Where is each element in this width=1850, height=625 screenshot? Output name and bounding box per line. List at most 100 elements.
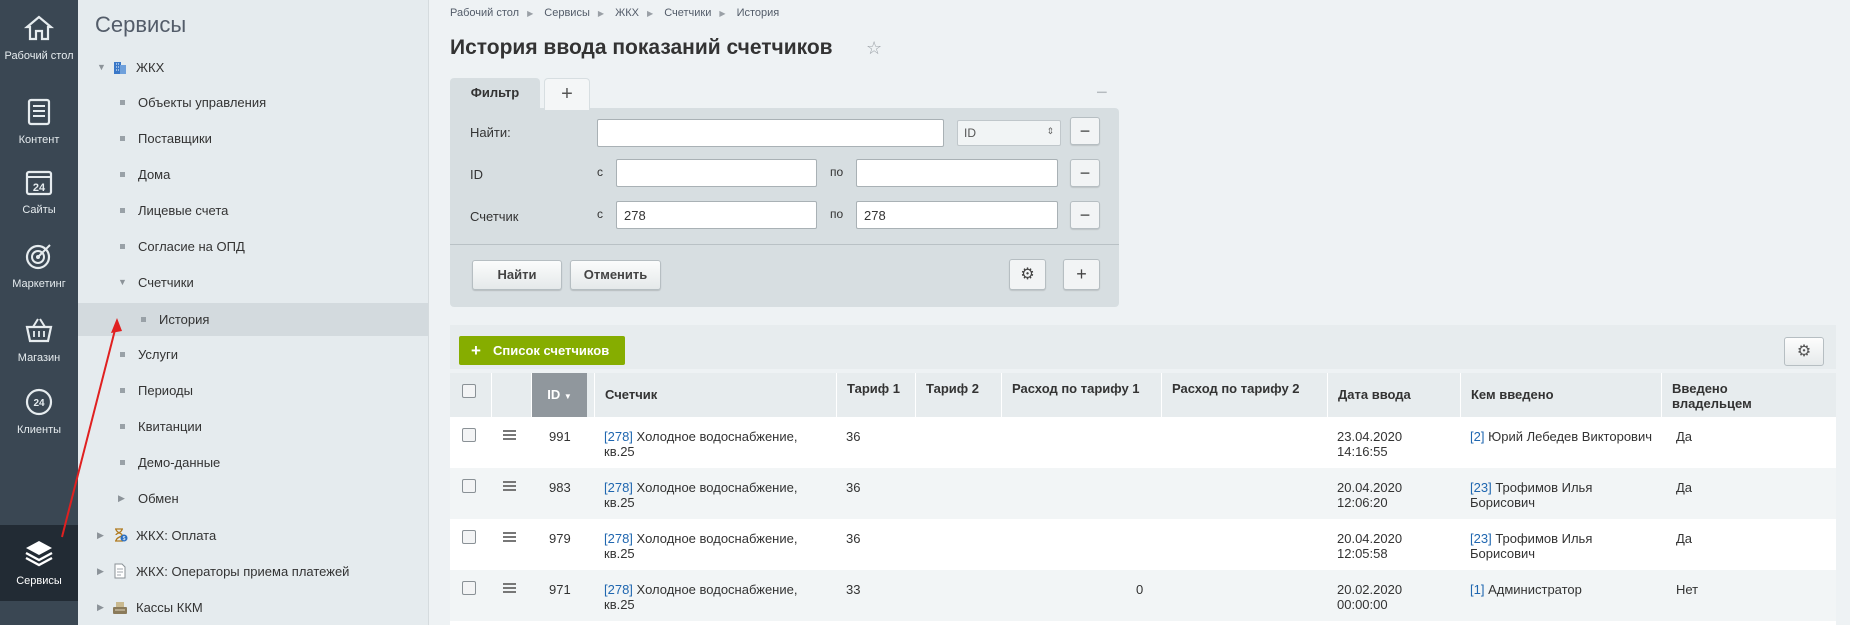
column-header-tariff1[interactable]: Тариф 1 [836,373,914,417]
rail-item-services[interactable]: Сервисы [0,525,78,601]
menu-item-zhkh[interactable]: ▼ ЖКХ [78,51,428,84]
breadcrumb-item[interactable]: Счетчики [664,7,711,19]
column-header-date[interactable]: Дата ввода [1327,373,1454,417]
column-header-tariff2[interactable]: Тариф 2 [915,373,1001,417]
meter-link[interactable]: [278] [604,582,633,597]
chevron-right-icon[interactable]: ▶ [97,519,104,552]
menu-item-services[interactable]: Услуги [78,338,428,371]
collapse-filter-icon[interactable]: − [1096,82,1108,105]
column-header-meter[interactable]: Счетчик [594,373,832,417]
row-checkbox[interactable] [462,581,476,595]
row-menu-icon[interactable] [503,481,516,491]
menu-item-consent[interactable]: Согласие на ОПД [78,230,428,263]
bullet-icon [120,352,125,357]
menu-item-houses[interactable]: Дома [78,158,428,191]
document-icon [27,98,51,126]
meter-link[interactable]: [278] [604,531,633,546]
chevron-down-icon[interactable]: ▼ [97,51,106,84]
chevron-right-icon: ▶ [646,9,654,18]
cell-usage1: 0 [1136,582,1144,597]
rail-item-shop[interactable]: Магазин [0,302,78,382]
cancel-button[interactable]: Отменить [570,260,661,290]
breadcrumb-item[interactable]: История [737,7,780,19]
row-menu-icon[interactable] [503,532,516,542]
meter-name: Холодное водоснабжение, кв.25 [604,531,798,561]
menu-item-objects[interactable]: Объекты управления [78,86,428,119]
add-filter-tab-button[interactable]: + [544,78,590,110]
target-icon [25,244,51,270]
rail-item-marketing[interactable]: Маркетинг [0,228,78,308]
remove-find-button[interactable]: − [1070,117,1100,145]
row-checkbox[interactable] [462,428,476,442]
menu-item-label: Согласие на ОПД [138,239,245,254]
user-link[interactable]: [23] [1470,531,1492,546]
row-menu-icon[interactable] [503,430,516,440]
chevron-right-icon[interactable]: ▶ [118,482,125,515]
chevron-right-icon[interactable]: ▶ [97,555,104,588]
column-header-usage2[interactable]: Расход по тарифу 2 [1161,373,1331,417]
bullet-icon [120,388,125,393]
column-header-id[interactable]: ID ▼ [531,373,587,417]
breadcrumb-item[interactable]: Рабочий стол [450,7,519,19]
layers-icon [25,541,53,567]
bullet-icon [120,172,125,177]
user-name: Юрий Лебедев Викторович [1488,429,1652,444]
search-input[interactable] [597,119,944,147]
rail-item-sites[interactable]: 24 Сайты [0,154,78,234]
id-from-input[interactable] [616,159,817,187]
menu-item-accounts[interactable]: Лицевые счета [78,194,428,227]
list-settings-button[interactable]: ⚙ [1784,337,1824,366]
menu-item-suppliers[interactable]: Поставщики [78,122,428,155]
menu-item-receipts[interactable]: Квитанции [78,410,428,443]
meter-link[interactable]: [278] [604,480,633,495]
from-label: с [597,207,603,221]
meters-list-button[interactable]: + Список счетчиков [459,336,625,365]
menu-item-periods[interactable]: Периоды [78,374,428,407]
bullet-icon [120,460,125,465]
row-menu-icon[interactable] [503,583,516,593]
menu-item-meters[interactable]: ▼ Счетчики [78,266,428,299]
add-filter-field-button[interactable]: + [1063,259,1100,290]
bullet-icon [120,424,125,429]
basket-icon [25,318,53,343]
find-button[interactable]: Найти [472,260,562,290]
chevron-right-icon: ▶ [597,9,605,18]
breadcrumb-item[interactable]: ЖКХ [615,7,639,19]
user-link[interactable]: [1] [1470,582,1484,597]
find-field-select[interactable]: ID ⇕ [957,120,1061,146]
remove-id-button[interactable]: − [1070,159,1100,187]
menu-item-operators[interactable]: ▶ ЖКХ: Операторы приема платежей [78,555,428,588]
meter-from-input[interactable] [616,201,817,229]
user-link[interactable]: [23] [1470,480,1492,495]
menu-title: Сервисы [95,12,187,37]
chevron-right-icon[interactable]: ▶ [97,591,104,624]
rail-item-content[interactable]: Контент [0,84,78,164]
menu-item-history[interactable]: История [78,303,428,336]
page-title: История ввода показаний счетчиков [450,36,833,59]
star-icon[interactable]: ☆ [866,38,882,59]
chevron-down-icon[interactable]: ▼ [118,266,127,299]
rail-item-clients[interactable]: 24 Клиенты [0,374,78,454]
menu-item-exchange[interactable]: ▶ Обмен [78,482,428,515]
rail-item-desktop[interactable]: Рабочий стол [0,0,78,80]
filter-settings-button[interactable]: ⚙ [1009,259,1046,290]
column-header-owner[interactable]: Введено владельцем [1661,373,1764,417]
row-checkbox[interactable] [462,530,476,544]
menu-item-kkm[interactable]: ▶ Кассы ККМ [78,591,428,624]
column-header-user[interactable]: Кем введено [1460,373,1655,417]
meter-link[interactable]: [278] [604,429,633,444]
user-link[interactable]: [2] [1470,429,1484,444]
id-to-input[interactable] [856,159,1058,187]
menu-item-payment[interactable]: ▶ $ ЖКХ: Оплата [78,519,428,552]
tab-filter[interactable]: Фильтр [450,78,540,110]
breadcrumb-item[interactable]: Сервисы [544,7,590,19]
column-header-usage1[interactable]: Расход по тарифу 1 [1001,373,1161,417]
menu-item-demo[interactable]: Демо-данные [78,446,428,479]
id-label: ID [470,167,483,182]
select-all-checkbox[interactable] [462,384,476,398]
remove-meter-button[interactable]: − [1070,201,1100,229]
time: 14:16:55 [1337,444,1388,459]
meter-to-input[interactable] [856,201,1058,229]
button-label: Список счетчиков [493,343,610,358]
row-checkbox[interactable] [462,479,476,493]
